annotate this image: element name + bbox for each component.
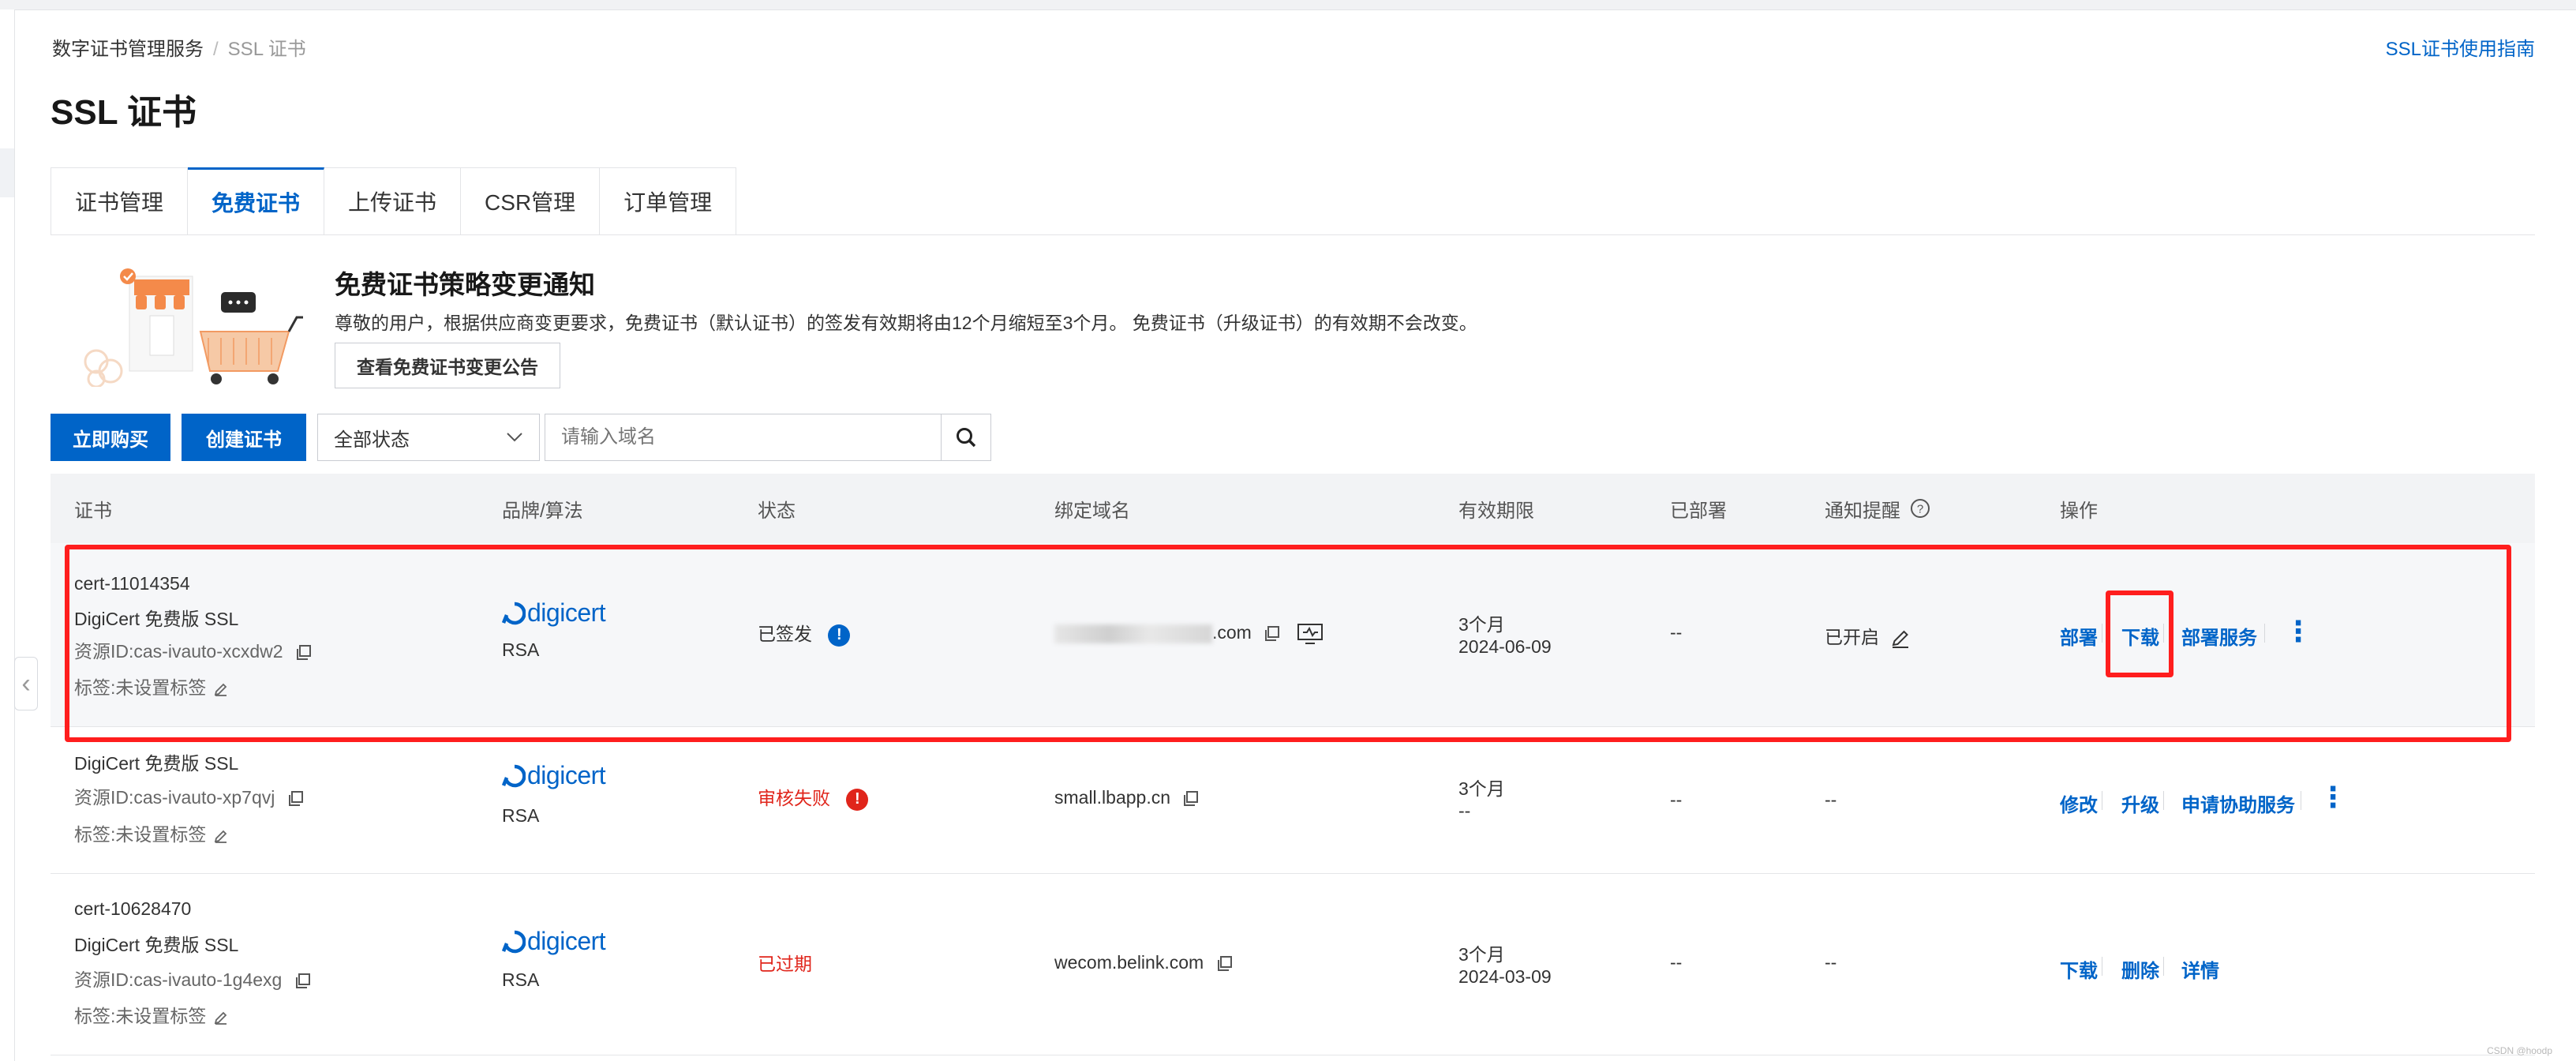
- header-cert: 证书: [74, 500, 112, 522]
- tag-value: 标签:未设置标签: [74, 824, 207, 845]
- breadcrumb: 数字证书管理服务 / SSL 证书: [52, 33, 306, 61]
- status-filter-value: 全部状态: [334, 429, 410, 451]
- domain-value: small.lbapp.cn: [1054, 787, 1171, 808]
- breadcrumb-root[interactable]: 数字证书管理服务: [52, 39, 204, 60]
- header-deployed: 已部署: [1670, 500, 1727, 522]
- domain-search-input[interactable]: [545, 415, 941, 459]
- expiry-date: 2024-03-09: [1458, 966, 1552, 987]
- algorithm: RSA: [502, 969, 540, 990]
- tag[interactable]: 标签:未设置标签: [74, 819, 229, 846]
- breadcrumb-current: SSL 证书: [227, 39, 306, 60]
- left-sidebar-edge: [0, 9, 15, 1061]
- delete-button[interactable]: 删除: [2121, 955, 2159, 983]
- resource-id-value: 资源ID:cas-ivauto-xp7qvj: [74, 787, 275, 808]
- expiry-date: --: [1458, 800, 1471, 821]
- highlight-download-box: [2106, 590, 2174, 677]
- sidebar-collapse-handle[interactable]: ‹: [14, 657, 38, 710]
- sidebar-active-marker: [0, 148, 14, 197]
- table-row: cert-10628470 DigiCert 免费版 SSL 资源ID:cas-…: [51, 873, 2535, 1055]
- bound-domain: wecom.belink.com: [1054, 952, 1234, 973]
- domain-value: wecom.belink.com: [1054, 952, 1204, 973]
- modify-button[interactable]: 修改: [2060, 789, 2098, 817]
- tab-bar: 证书管理 免费证书 上传证书 CSR管理 订单管理: [51, 167, 737, 235]
- status: 已过期: [758, 954, 812, 974]
- notify: --: [1825, 789, 1837, 810]
- error-icon: !: [846, 788, 869, 811]
- watermark: CSDN @hoodp: [2487, 1045, 2552, 1056]
- domain-search: [545, 414, 991, 461]
- cert-name: DigiCert 免费版 SSL: [74, 753, 239, 774]
- notice-text: 尊敬的用户，根据供应商变更要求，免费证书（默认证书）的签发有效期将由12个月缩短…: [335, 313, 1477, 333]
- tab-upload-cert[interactable]: 上传证书: [324, 167, 462, 235]
- copy-icon[interactable]: [286, 789, 305, 808]
- copy-icon[interactable]: [1181, 789, 1200, 808]
- validity: 3个月: [1458, 944, 1505, 965]
- digicert-mark-icon: [502, 930, 526, 953]
- chevron-left-icon: ‹: [21, 669, 31, 699]
- table-header: 证书 品牌/算法 状态 绑定域名 有效期限 已部署 通知提醒 ? 操作: [51, 474, 2535, 543]
- resource-id-value: 资源ID:cas-ivauto-1g4exg: [74, 969, 283, 990]
- tab-free-cert[interactable]: 免费证书: [188, 167, 325, 235]
- details-button[interactable]: 详情: [2181, 955, 2219, 983]
- resource-id: 资源ID:cas-ivauto-xp7qvj: [74, 782, 305, 809]
- deployed: --: [1670, 789, 1683, 810]
- status: 审核失败 !: [758, 783, 869, 811]
- header-notify: 通知提醒 ?: [1825, 474, 1930, 543]
- digicert-mark-icon: [502, 764, 526, 787]
- header-status: 状态: [758, 500, 796, 522]
- svg-text:?: ?: [1917, 503, 1923, 516]
- tag-value: 标签:未设置标签: [74, 1006, 207, 1026]
- search-icon: [957, 428, 976, 448]
- tag[interactable]: 标签:未设置标签: [74, 1001, 229, 1028]
- request-assist-button[interactable]: 申请协助服务: [2181, 789, 2295, 817]
- header-validity: 有效期限: [1458, 500, 1534, 522]
- digicert-logo: digicert: [502, 927, 606, 956]
- tab-order-management[interactable]: 订单管理: [600, 167, 737, 235]
- notice-illustration: [84, 268, 303, 387]
- help-icon[interactable]: ?: [1910, 498, 1930, 519]
- search-button[interactable]: [941, 414, 990, 460]
- action-divider: [2163, 957, 2164, 976]
- status-label: 审核失败: [758, 788, 830, 808]
- action-divider: [2163, 791, 2164, 810]
- tab-csr-management[interactable]: CSR管理: [461, 167, 601, 235]
- buy-now-button[interactable]: 立即购买: [51, 414, 170, 461]
- tabs-divider: [51, 234, 2535, 235]
- table-row: DigiCert 免费版 SSL 资源ID:cas-ivauto-xp7qvj …: [51, 726, 2535, 874]
- header-brand: 品牌/算法: [502, 500, 583, 522]
- breadcrumb-separator: /: [213, 39, 219, 60]
- validity: 3个月: [1458, 778, 1505, 799]
- copy-icon[interactable]: [1215, 954, 1234, 973]
- cert-id: cert-10628470: [74, 898, 192, 919]
- tab-cert-management[interactable]: 证书管理: [51, 167, 189, 235]
- notify: --: [1825, 952, 1837, 973]
- header-domain: 绑定域名: [1054, 500, 1130, 522]
- bound-domain: small.lbapp.cn: [1054, 787, 1200, 808]
- notice-title: 免费证书策略变更通知: [335, 270, 595, 299]
- brand-name: digicert: [527, 761, 606, 789]
- chevron-down-icon: [507, 433, 522, 442]
- resource-id: 资源ID:cas-ivauto-1g4exg: [74, 965, 313, 992]
- header-notify-label: 通知提醒: [1825, 500, 1900, 522]
- algorithm: RSA: [502, 805, 540, 826]
- create-cert-button[interactable]: 创建证书: [182, 414, 306, 461]
- digicert-logo: digicert: [502, 761, 606, 790]
- view-announcement-button[interactable]: 查看免费证书变更公告: [335, 343, 560, 388]
- more-actions-icon[interactable]: ⋮: [2319, 783, 2347, 812]
- brand-name: digicert: [527, 927, 606, 955]
- cert-name: DigiCert 免费版 SSL: [74, 935, 239, 955]
- edit-icon[interactable]: [213, 1010, 229, 1025]
- top-bar: [0, 0, 2576, 10]
- ssl-guide-link[interactable]: SSL证书使用指南: [2386, 33, 2535, 61]
- header-actions: 操作: [2060, 500, 2098, 522]
- status-filter-select[interactable]: 全部状态: [317, 414, 540, 461]
- edit-icon[interactable]: [213, 828, 229, 844]
- copy-icon[interactable]: [294, 972, 313, 991]
- download-button[interactable]: 下载: [2060, 955, 2098, 983]
- deployed: --: [1670, 952, 1683, 973]
- page-title: SSL 证书: [51, 93, 197, 132]
- upgrade-button[interactable]: 升级: [2121, 789, 2159, 817]
